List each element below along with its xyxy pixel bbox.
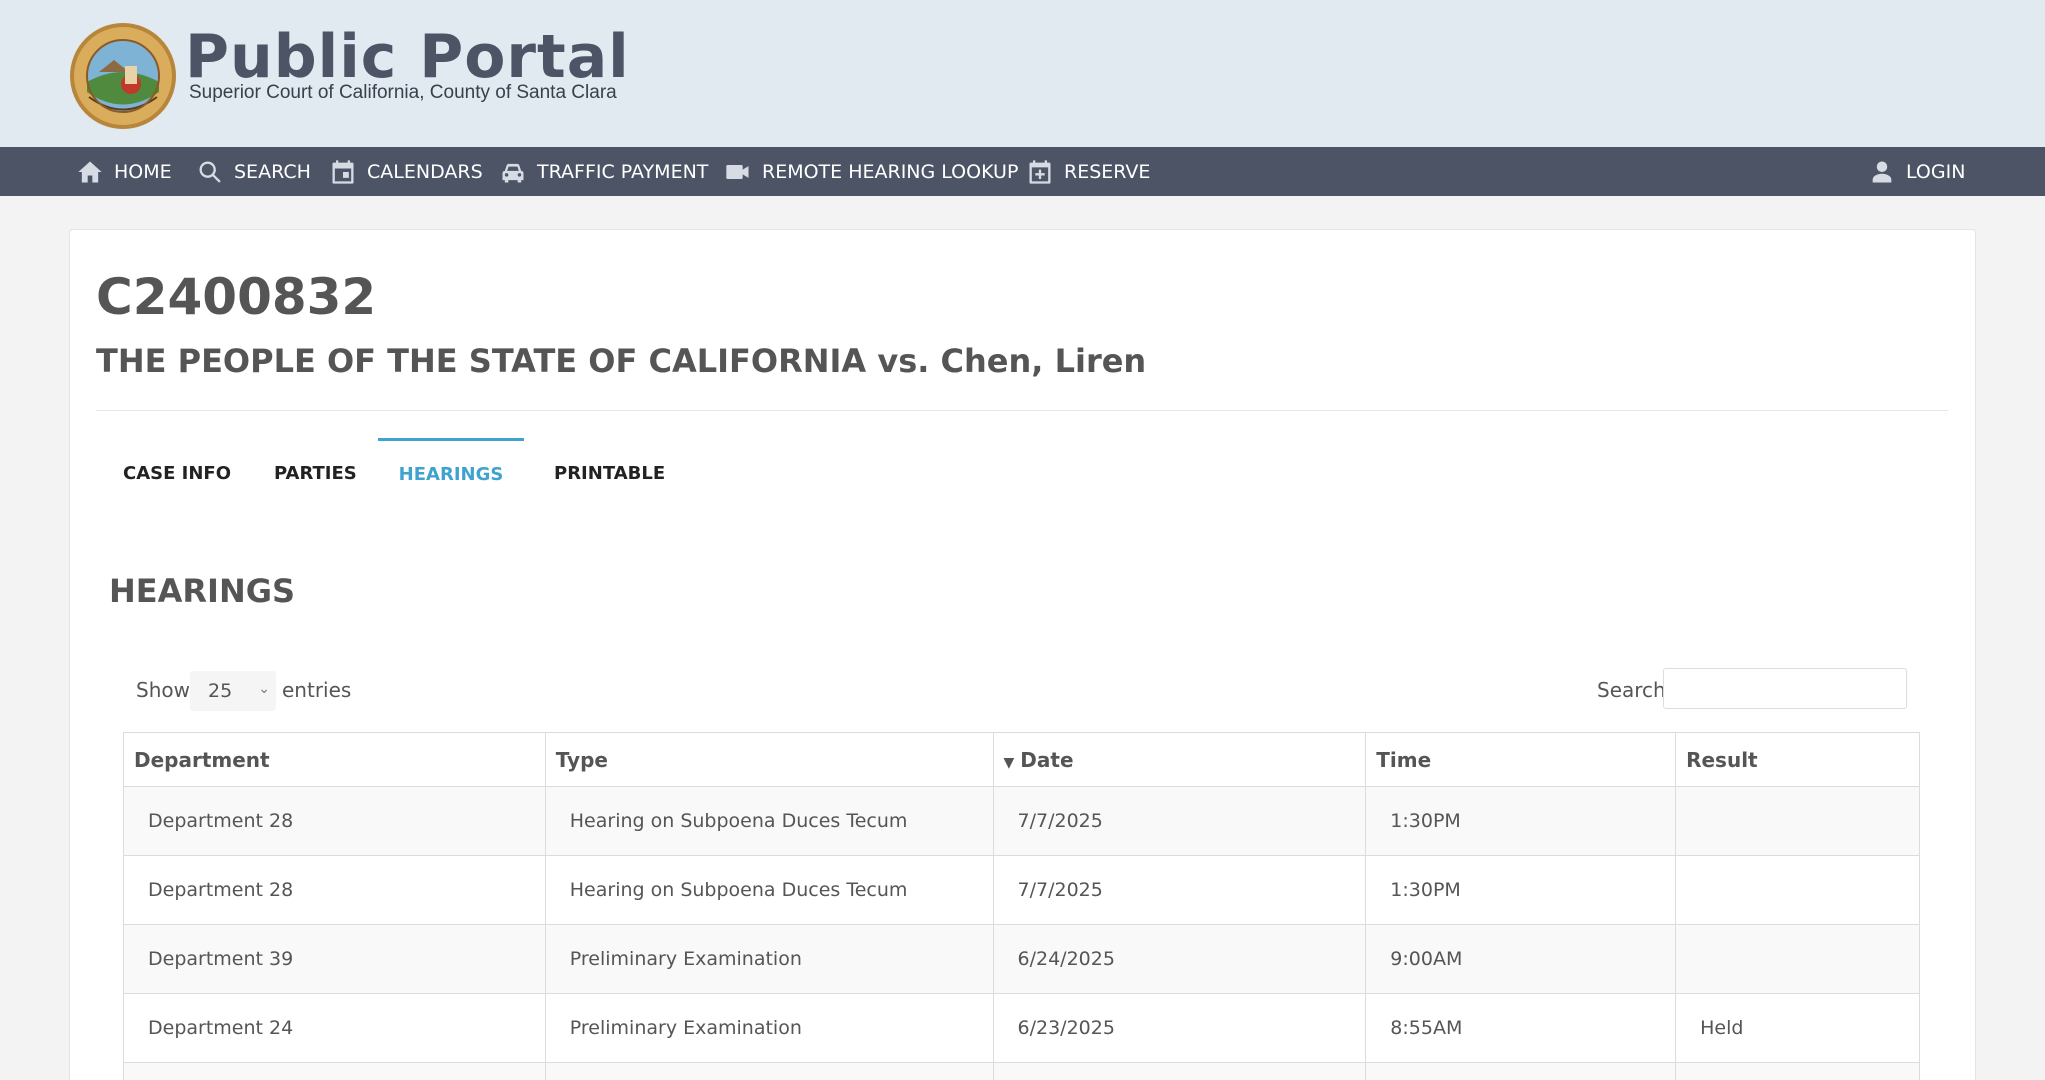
site-header: Public Portal Superior Court of Californ…	[0, 0, 2045, 147]
case-number: C2400832	[96, 268, 377, 326]
cell-type: Hearing on Subpoena Duces Tecum	[544, 786, 994, 856]
hearings-table: Department Type ▼ Date Time Result Depart…	[123, 732, 1920, 1080]
video-camera-icon	[726, 164, 749, 179]
column-header-result[interactable]: Result	[1675, 732, 1920, 787]
nav-reserve[interactable]: RESERVE	[1026, 147, 1150, 196]
tab-hearings[interactable]: HEARINGS	[378, 438, 524, 508]
nav-login-label: LOGIN	[1906, 160, 1966, 183]
cell-date: 7/7/2025	[992, 786, 1367, 856]
nav-login[interactable]: LOGIN	[1868, 147, 1965, 196]
cell-time: 9:00AM	[1365, 924, 1677, 994]
table-header-row: Department Type ▼ Date Time Result	[123, 732, 1920, 787]
cell-time: 8:55AM	[1365, 993, 1677, 1063]
entries-per-page-select[interactable]: 25 ⌄	[190, 671, 276, 711]
nav-search[interactable]: SEARCH	[196, 147, 311, 196]
table-row: Department 28 Hearing on Subpoena Duces …	[123, 855, 1920, 925]
cell-type: Preliminary Examination	[544, 924, 994, 994]
home-icon	[78, 161, 102, 182]
table-search-input[interactable]	[1663, 668, 1907, 709]
case-title: THE PEOPLE OF THE STATE OF CALIFORNIA vs…	[96, 342, 1147, 380]
nav-home[interactable]: HOME	[76, 147, 172, 196]
user-icon	[1872, 161, 1892, 182]
column-header-date-label: Date	[1020, 747, 1074, 772]
cell-type: Hearing on Subpoena Duces Tecum	[544, 855, 994, 925]
court-name: Superior Court of California, County of …	[189, 82, 617, 103]
main-nav: HOME SEARCH CALENDARS TRAFFIC PAYMENT RE…	[0, 147, 2045, 196]
court-seal-logo[interactable]	[69, 22, 177, 130]
cell-date: 7/7/2025	[992, 855, 1367, 925]
nav-calendars-label: CALENDARS	[367, 160, 483, 183]
cell-time: 1:30PM	[1365, 786, 1677, 856]
search-label: Search:	[1597, 678, 1673, 702]
column-header-department[interactable]: Department	[123, 732, 546, 787]
cell-date: 6/23/2025	[992, 993, 1367, 1063]
column-header-date[interactable]: ▼ Date	[992, 732, 1367, 787]
table-row: Department 24 Preliminary Examination 6/…	[123, 993, 1920, 1063]
chevron-down-icon: ⌄	[258, 681, 270, 697]
nav-search-label: SEARCH	[234, 160, 311, 183]
cell-department: Department 24	[123, 993, 546, 1063]
table-row: Department 28 Hearing on Subpoena Duces …	[123, 786, 1920, 856]
car-icon	[502, 163, 524, 182]
nav-remote-hearing-lookup[interactable]: REMOTE HEARING LOOKUP	[724, 147, 1018, 196]
table-row	[123, 1062, 1920, 1080]
cell-time: 1:30PM	[1365, 855, 1677, 925]
table-row: Department 39 Preliminary Examination 6/…	[123, 924, 1920, 994]
cell-type: Preliminary Examination	[544, 993, 994, 1063]
cell-result	[1675, 924, 1920, 994]
cell-date: 6/24/2025	[992, 924, 1367, 994]
calendar-icon	[332, 159, 354, 184]
cell-department: Department 28	[123, 786, 546, 856]
nav-remote-hearing-lookup-label: REMOTE HEARING LOOKUP	[762, 160, 1019, 183]
column-header-type[interactable]: Type	[544, 732, 994, 787]
section-title: HEARINGS	[109, 572, 296, 610]
calendar-plus-icon	[1029, 159, 1051, 184]
cell-result	[1675, 786, 1920, 856]
entries-per-page-value: 25	[208, 680, 233, 702]
column-header-time[interactable]: Time	[1365, 732, 1677, 787]
cell-department: Department 39	[123, 924, 546, 994]
sort-desc-icon: ▼	[1003, 754, 1015, 771]
cell-department: Department 28	[123, 855, 546, 925]
nav-reserve-label: RESERVE	[1064, 160, 1151, 183]
nav-calendars[interactable]: CALENDARS	[329, 147, 483, 196]
show-label: Show	[136, 678, 190, 702]
nav-home-label: HOME	[114, 160, 172, 183]
header-divider	[96, 410, 1948, 411]
search-icon	[199, 161, 221, 183]
cell-result: Held	[1675, 993, 1920, 1063]
cell-result	[1675, 855, 1920, 925]
entries-label: entries	[282, 678, 352, 702]
nav-traffic-payment[interactable]: TRAFFIC PAYMENT	[499, 147, 708, 196]
tab-parties[interactable]: PARTIES	[274, 438, 357, 508]
nav-traffic-payment-label: TRAFFIC PAYMENT	[537, 160, 709, 183]
tab-printable[interactable]: PRINTABLE	[554, 438, 665, 508]
tab-case-info[interactable]: CASE INFO	[123, 438, 231, 508]
